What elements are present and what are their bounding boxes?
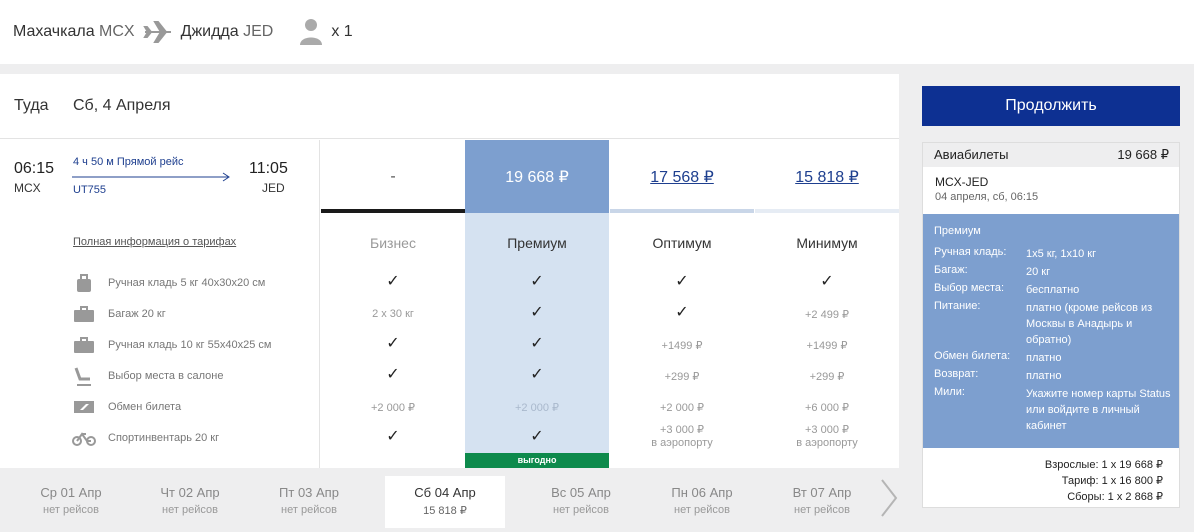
route: MCX-JED	[935, 175, 989, 189]
panel-gap	[899, 74, 907, 532]
date-option[interactable]: Вт 07 Апр нет рейсов	[762, 476, 882, 528]
fare-column-minimum[interactable]: Минимум ✓ +2 499 ₽ +1499 ₽ +299 ₽ +6 000…	[755, 213, 899, 468]
optimum-sport: +3 000 ₽ в аэропорту	[651, 424, 713, 449]
feature-sport-equipment: Спортинвентарь 20 кг	[72, 427, 219, 449]
minimum-seat: +299 ₽	[809, 371, 845, 383]
flight-row: 06:15 MCX 4 ч 50 м Прямой рейс UT755 11:…	[0, 140, 899, 213]
best-value-badge: выгодно	[465, 453, 609, 468]
direction-date: Сб, 4 Апреля	[73, 97, 171, 114]
bicycle-icon	[72, 428, 96, 448]
fare-premium-price[interactable]: 19 668 ₽	[465, 140, 609, 213]
fare-minimum-price[interactable]: 15 818 ₽	[755, 140, 899, 213]
continue-button[interactable]: Продолжить	[922, 86, 1180, 126]
minimum-hand-bag-5: ✓	[820, 273, 834, 290]
flight-info: 06:15 MCX 4 ч 50 м Прямой рейс UT755 11:…	[0, 140, 320, 213]
seat-icon	[72, 366, 96, 386]
feature-hand-bag-10: Ручная кладь 10 кг 55x40x25 см	[72, 334, 271, 356]
direction-label: Туда	[14, 97, 49, 114]
fare-name-minimum: Минимум	[796, 235, 858, 251]
minimum-hand-bag-10: +1499 ₽	[806, 340, 848, 352]
tickets-header: Авиабилеты 19 668 ₽	[923, 143, 1179, 167]
fare-optimum-price[interactable]: 17 568 ₽	[610, 140, 754, 213]
feature-luggage-20: Багаж 20 кг	[72, 303, 166, 325]
date-option[interactable]: Пн 06 Апр нет рейсов	[642, 476, 762, 528]
fare-name-premium: Премиум	[507, 235, 567, 251]
features-labels: Полная информация о тарифах Ручная кладь…	[0, 213, 320, 468]
minimum-luggage: +2 499 ₽	[804, 309, 849, 321]
person-icon	[300, 19, 323, 45]
optimum-seat: +299 ₽	[664, 371, 700, 383]
price-tariff: Тариф: 1 x 16 800 ₽	[1061, 475, 1163, 487]
minimum-sport: +3 000 ₽ в аэропорту	[796, 424, 858, 449]
order-summary: Авиабилеты 19 668 ₽ MCX-JED 04 апреля, с…	[922, 142, 1180, 508]
date-option-selected[interactable]: Сб 04 Апр 15 818 ₽	[385, 476, 505, 528]
premium-hand-bag-5: ✓	[530, 273, 544, 290]
feature-ticket-exchange: Обмен билета	[72, 396, 181, 418]
flight-number[interactable]: UT755	[73, 184, 106, 196]
business-luggage: 2 x 30 кг	[372, 308, 414, 320]
optimum-hand-bag-5: ✓	[675, 273, 689, 290]
date-option[interactable]: Вс 05 Апр нет рейсов	[521, 476, 641, 528]
premium-sport: ✓	[530, 428, 544, 445]
premium-hand-bag-10: ✓	[530, 335, 544, 352]
date-option[interactable]: Ср 01 Апр нет рейсов	[11, 476, 131, 528]
fare-column-premium[interactable]: Премиум ✓ ✓ ✓ ✓ +2 000 ₽ ✓	[465, 213, 609, 468]
premium-luggage: ✓	[530, 304, 544, 321]
premium-exchange: +2 000 ₽	[514, 402, 559, 414]
business-hand-bag-10: ✓	[386, 335, 400, 352]
tariff-name: Премиум	[934, 225, 981, 237]
departure-time: 06:15	[14, 160, 55, 177]
arrival-time: 11:05	[249, 160, 288, 177]
price-adults: Взрослые: 1 x 19 668 ₽	[1044, 459, 1163, 471]
fare-business-price: -	[321, 140, 465, 213]
destination-city: Джидда JED	[180, 23, 274, 40]
date-option[interactable]: Пт 03 Апр нет рейсов	[249, 476, 369, 528]
tickets-total: 19 668 ₽	[1117, 147, 1169, 162]
route-date: 04 апреля, сб, 06:15	[935, 191, 1039, 203]
price-fees: Сборы: 1 x 2 868 ₽	[1067, 491, 1163, 503]
tariff-details: Премиум Ручная кладь: 1x5 кг, 1x10 кг Баг…	[923, 214, 1179, 448]
business-hand-bag-5: ✓	[386, 273, 400, 290]
fare-column-optimum[interactable]: Оптимум ✓ ✓ +1499 ₽ +299 ₽ +2 000 ₽ +3 0…	[610, 213, 754, 468]
suitcase-icon	[72, 304, 96, 324]
feature-hand-bag-5: Ручная кладь 5 кг 40x30x20 см	[72, 272, 265, 294]
chevron-right-icon[interactable]	[878, 476, 900, 520]
arrival-airport: JED	[262, 181, 285, 195]
origin-city: Махачкала MCX	[13, 23, 135, 40]
fare-name-business: Бизнес	[370, 235, 416, 251]
direction-row: Туда Сб, 4 Апреля	[0, 74, 899, 139]
full-fare-info-link[interactable]: Полная информация о тарифах	[73, 236, 236, 248]
booking-summary-panel: Продолжить Авиабилеты 19 668 ₽ MCX-JED 0…	[907, 74, 1194, 532]
ticket-exchange-icon	[72, 397, 96, 417]
search-header: Махачкала MCX Джидда JED x 1	[0, 0, 1194, 64]
minimum-exchange: +6 000 ₽	[804, 402, 849, 414]
premium-seat: ✓	[530, 366, 544, 383]
fare-column-business: Бизнес ✓ 2 x 30 кг ✓ ✓ +2 000 ₽ ✓	[321, 213, 465, 468]
bag-icon	[72, 273, 96, 293]
optimum-exchange: +2 000 ₽	[659, 402, 704, 414]
date-option[interactable]: Чт 02 Апр нет рейсов	[130, 476, 250, 528]
flight-panel: Туда Сб, 4 Апреля 06:15 MCX 4 ч 50 м Пря…	[0, 74, 899, 532]
optimum-luggage: ✓	[675, 304, 689, 321]
departure-airport: MCX	[14, 181, 41, 195]
optimum-hand-bag-10: +1499 ₽	[661, 340, 703, 352]
date-selector: Ср 01 Апр нет рейсов Чт 02 Апр нет рейсов …	[0, 468, 899, 532]
arrow-right-icon	[72, 172, 230, 182]
passenger-count: x 1	[331, 23, 353, 40]
business-seat: ✓	[386, 366, 400, 383]
briefcase-icon	[72, 335, 96, 355]
fare-name-optimum: Оптимум	[652, 235, 712, 251]
flight-duration: 4 ч 50 м Прямой рейс	[73, 156, 184, 168]
header-divider	[0, 64, 1194, 74]
plane-icon	[142, 21, 171, 43]
feature-seat-selection: Выбор места в салоне	[72, 365, 223, 387]
business-exchange: +2 000 ₽	[370, 402, 415, 414]
business-sport: ✓	[386, 428, 400, 445]
fare-features-table: Полная информация о тарифах Ручная кладь…	[0, 213, 899, 468]
